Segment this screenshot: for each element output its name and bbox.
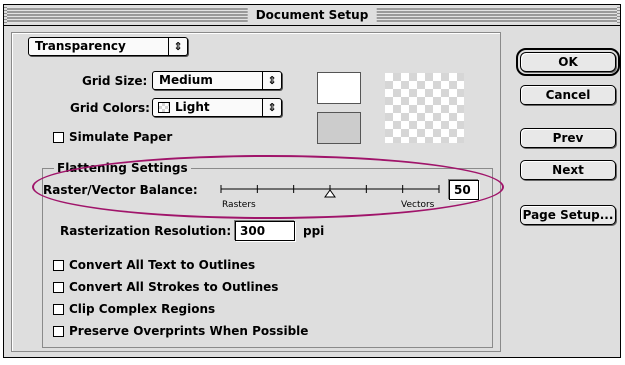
page-setup-button[interactable]: Page Setup... <box>520 205 616 225</box>
preserve-overprints-label: Preserve Overprints When Possible <box>69 324 309 338</box>
rasterization-resolution-label: Rasterization Resolution: <box>60 224 232 238</box>
clip-complex-checkbox[interactable] <box>53 304 64 315</box>
cancel-button[interactable]: Cancel <box>520 85 616 105</box>
prev-button[interactable]: Prev <box>520 128 616 148</box>
grid-colors-value: Light <box>175 100 210 114</box>
vectors-label: Vectors <box>401 200 435 210</box>
grid-color-swatch-light[interactable] <box>317 72 361 104</box>
checker-swatch-icon <box>158 102 170 113</box>
slider-thumb[interactable] <box>324 189 336 198</box>
grid-color-swatch-dark[interactable] <box>317 112 361 144</box>
raster-vector-balance-label: Raster/Vector Balance: <box>43 183 198 197</box>
raster-vector-slider[interactable] <box>218 181 442 201</box>
popup-arrows-icon: ⇕ <box>262 72 281 89</box>
panel-select-value: Transparency <box>35 39 126 53</box>
preserve-overprints-checkbox[interactable] <box>53 326 64 337</box>
ok-button[interactable]: OK <box>516 48 620 76</box>
title-bar[interactable]: Document Setup <box>4 5 620 26</box>
balance-value-field[interactable]: 50 <box>449 180 479 200</box>
resolution-field[interactable]: 300 <box>235 221 295 241</box>
simulate-paper-checkbox[interactable] <box>53 132 64 143</box>
convert-strokes-label: Convert All Strokes to Outlines <box>69 280 279 294</box>
rasters-label: Rasters <box>222 200 256 210</box>
grid-colors-label: Grid Colors: <box>70 101 150 115</box>
convert-strokes-checkbox[interactable] <box>53 282 64 293</box>
flattening-settings-title: Flattening Settings <box>54 160 191 176</box>
panel-select-popup[interactable]: Transparency ⇕ <box>28 37 188 56</box>
resolution-unit: ppi <box>303 224 325 238</box>
grid-size-value: Medium <box>159 73 213 87</box>
grid-colors-popup[interactable]: Light ⇕ <box>152 98 282 117</box>
clip-complex-label: Clip Complex Regions <box>69 302 216 316</box>
next-button[interactable]: Next <box>520 160 616 180</box>
document-setup-dialog: Document Setup Transparency ⇕ Grid Size:… <box>3 4 621 358</box>
popup-arrows-icon: ⇕ <box>262 99 281 116</box>
convert-text-checkbox[interactable] <box>53 260 64 271</box>
popup-arrows-icon: ⇕ <box>168 38 187 55</box>
window-title: Document Setup <box>247 7 377 23</box>
simulate-paper-label: Simulate Paper <box>69 130 173 144</box>
transparency-grid-preview <box>385 73 464 143</box>
convert-text-label: Convert All Text to Outlines <box>69 258 256 272</box>
grid-size-popup[interactable]: Medium ⇕ <box>152 71 282 90</box>
grid-size-label: Grid Size: <box>82 74 148 88</box>
